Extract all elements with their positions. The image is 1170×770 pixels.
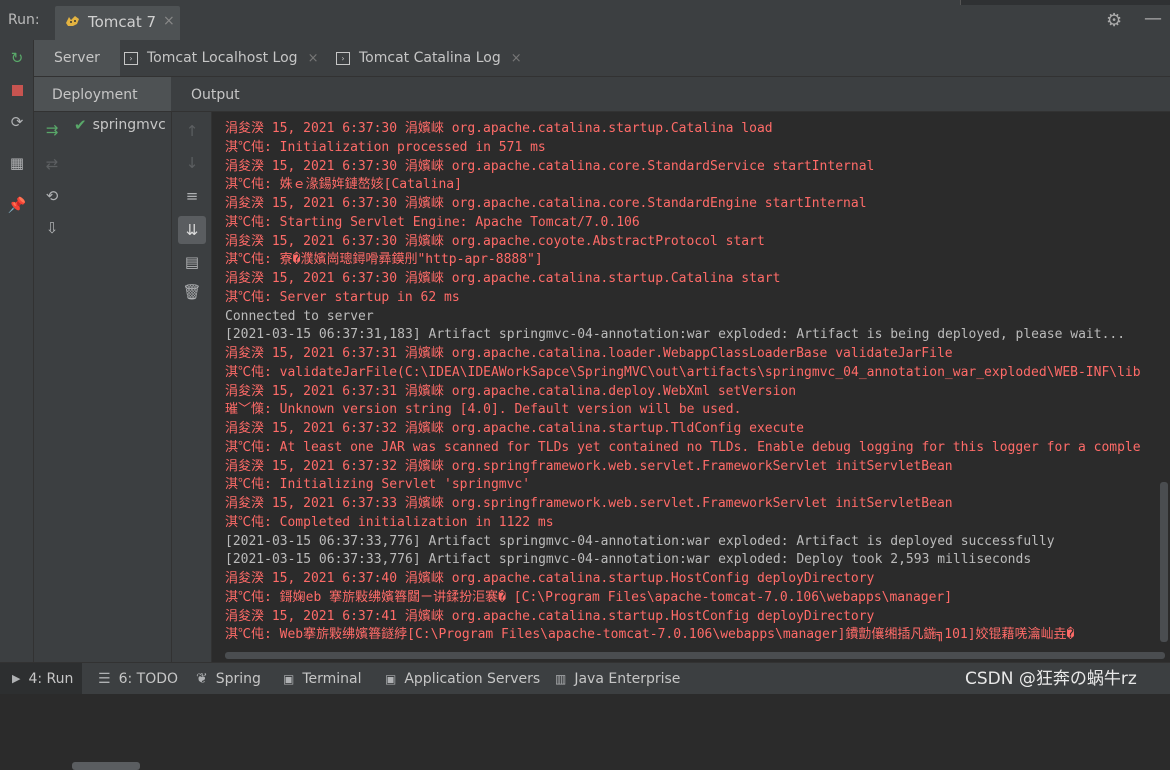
- deploy-icon[interactable]: ⇉: [42, 120, 62, 140]
- console-line: 淇℃伅: Starting Servlet Engine: Apache Tom…: [225, 214, 640, 230]
- console-line: 涓夋湀 15, 2021 6:37:30 涓嬪崍 org.apache.coyo…: [225, 233, 765, 249]
- console-line: 涓夋湀 15, 2021 6:37:32 涓嬪崍 org.springframe…: [225, 458, 953, 474]
- trash-icon[interactable]: 🗑: [182, 282, 202, 302]
- console-line: [2021-03-15 06:37:33,776] Artifact sprin…: [225, 533, 1055, 549]
- deployment-item-label: springmvc: [92, 117, 166, 133]
- soft-wrap-icon[interactable]: ≡: [182, 186, 202, 206]
- tomcat-icon: [66, 16, 79, 26]
- console-line: 涓夋湀 15, 2021 6:37:33 涓嬪崍 org.springframe…: [225, 496, 953, 511]
- undeploy-icon[interactable]: ⇄: [42, 154, 62, 174]
- scroll-to-end-icon[interactable]: ⇊: [178, 216, 206, 244]
- output-header[interactable]: Output: [171, 77, 1170, 112]
- tab-java-enterprise-label: Java Enterprise: [574, 670, 681, 687]
- deployment-item[interactable]: ✔ springmvc: [74, 116, 166, 134]
- console-line: 涓夋湀 15, 2021 6:37:40 涓嬪崍 org.apache.cata…: [225, 571, 875, 586]
- rerun-icon[interactable]: ↻: [7, 48, 27, 68]
- console-line: 淇℃伅: Initializing Servlet 'springmvc': [225, 477, 531, 493]
- console-line: 淇℃伅: validateJarFile(C:\IDEA\IDEAWorkSap…: [225, 364, 1141, 380]
- check-icon: ✔: [74, 116, 87, 134]
- todo-icon: ☰: [98, 670, 111, 687]
- close-icon[interactable]: ×: [511, 51, 522, 66]
- run-config-title: Tomcat 7: [88, 13, 157, 31]
- console-line: 涓夋湀 15, 2021 6:37:41 涓嬪崍 org.apache.cata…: [225, 608, 875, 624]
- console-line: 淇℃伅: Server startup in 62 ms: [225, 289, 460, 305]
- tab-run-label: 4: Run: [28, 670, 74, 687]
- console-output[interactable]: 涓夋湀 15, 2021 6:37:30 涓嬪崍 org.apache.cata…: [212, 112, 1170, 662]
- tab-todo[interactable]: ☰ 6: TODO: [98, 663, 178, 694]
- tab-server-label: Server: [54, 50, 100, 66]
- console-line: Connected to server: [225, 308, 374, 324]
- servers-icon: ▣: [385, 671, 397, 686]
- console-toolbar: ↑ ↓ ≡ ⇊ ▤ 🗑: [172, 112, 212, 662]
- refresh-icon[interactable]: ⟲: [42, 186, 62, 206]
- console-line: 涓夋湀 15, 2021 6:37:30 涓嬪崍 org.apache.cata…: [225, 271, 781, 286]
- console-line: 淇℃伅: 寮�濮嬪崗璁鐞嗗彞鏌刐"http-apr-8888"]: [225, 252, 543, 268]
- tab-localhost-log[interactable]: › Tomcat Localhost Log ×: [124, 40, 318, 76]
- terminal-icon: ▣: [283, 671, 295, 686]
- console-line: 璀﹀憡: Unknown version string [4.0]. Defau…: [225, 402, 742, 418]
- tab-spring[interactable]: ❦ Spring: [196, 663, 261, 694]
- console-icon: ›: [336, 51, 350, 65]
- console-icon: ›: [124, 51, 138, 65]
- console-line: 涓夋湀 15, 2021 6:37:31 涓嬪崍 org.apache.cata…: [225, 346, 953, 361]
- arrow-down-icon[interactable]: ↓: [182, 153, 202, 173]
- layout-icon[interactable]: ▦: [7, 153, 27, 173]
- tab-terminal-label: Terminal: [302, 670, 362, 687]
- console-line: [2021-03-15 06:37:31,183] Artifact sprin…: [225, 327, 1126, 343]
- run-toolbar: ↻ ⟳ ▦ 📌: [0, 40, 34, 662]
- tab-catalina-log-label: Tomcat Catalina Log: [359, 50, 501, 66]
- console-line: 涓夋湀 15, 2021 6:37:31 涓嬪崍 org.apache.cata…: [225, 383, 797, 399]
- arrow-up-icon[interactable]: ↑: [182, 121, 202, 141]
- tab-terminal[interactable]: ▣ Terminal: [283, 663, 362, 694]
- server-tabs-bar: Server › Tomcat Localhost Log × › Tomcat…: [34, 40, 1170, 77]
- console-line: 涓夋湀 15, 2021 6:37:32 涓嬪崍 org.apache.cata…: [225, 421, 804, 436]
- deploy-all-icon[interactable]: ⇩: [42, 218, 62, 238]
- deployment-panel: ⇉ ⇄ ⟲ ⇩ ✔ springmvc: [34, 112, 172, 770]
- java-ee-icon: ▥: [555, 671, 567, 686]
- deployment-header[interactable]: Deployment: [34, 77, 171, 112]
- deployment-scrollbar[interactable]: [72, 762, 140, 770]
- console-line: 淇℃伅: Web搴旂敤绋嬪簭鐩綍[C:\Program Files\apache…: [225, 627, 1075, 643]
- tab-java-enterprise[interactable]: ▥ Java Enterprise: [555, 663, 680, 694]
- console-line: [2021-03-15 06:37:33,776] Artifact sprin…: [225, 552, 1032, 568]
- editor-tab-strip: [960, 0, 1170, 5]
- close-icon[interactable]: ×: [308, 51, 319, 66]
- vertical-scrollbar[interactable]: [1160, 482, 1168, 642]
- tab-localhost-log-label: Tomcat Localhost Log: [147, 50, 298, 66]
- console-line: 淇℃伅: 姝ｅ湪鍚姩鏈嶅姟[Catalina]: [225, 177, 462, 193]
- tab-todo-label: 6: TODO: [118, 670, 179, 687]
- stop-icon[interactable]: [7, 80, 27, 100]
- tab-server[interactable]: Server: [34, 40, 120, 76]
- minimize-icon[interactable]: —: [1144, 8, 1162, 29]
- tab-application-servers-label: Application Servers: [404, 670, 541, 687]
- gear-icon[interactable]: ⚙: [1106, 10, 1122, 31]
- pin-icon[interactable]: 📌: [7, 195, 27, 215]
- console-line: 淇℃伅: At least one JAR was scanned for TL…: [225, 439, 1141, 455]
- update-icon[interactable]: ⟳: [7, 112, 27, 132]
- horizontal-scrollbar[interactable]: [225, 652, 1165, 659]
- spring-icon: ❦: [196, 670, 208, 687]
- run-config-tab[interactable]: Tomcat 7 ×: [55, 6, 180, 40]
- console-line: 涓夋湀 15, 2021 6:37:30 涓嬪崍 org.apache.cata…: [225, 158, 875, 174]
- tab-application-servers[interactable]: ▣ Application Servers: [385, 663, 540, 694]
- print-icon[interactable]: ▤: [182, 252, 202, 272]
- console-line: 淇℃伅: Completed initialization in 1122 ms: [225, 514, 554, 530]
- tab-spring-label: Spring: [215, 670, 261, 687]
- run-icon: ▶: [12, 672, 21, 685]
- console-line: 涓夋湀 15, 2021 6:37:30 涓嬪崍 org.apache.cata…: [225, 121, 773, 136]
- tab-run[interactable]: ▶ 4: Run: [0, 663, 82, 694]
- output-title: Output: [191, 87, 240, 103]
- run-toolwindow-header: Run: Tomcat 7 × ⚙ —: [0, 0, 1170, 40]
- tab-catalina-log[interactable]: › Tomcat Catalina Log ×: [336, 40, 522, 76]
- console-line: 淇℃伅: Initialization processed in 571 ms: [225, 139, 546, 155]
- run-label: Run:: [8, 12, 40, 28]
- deployment-title: Deployment: [52, 87, 138, 103]
- close-icon[interactable]: ×: [163, 13, 175, 29]
- console-line: 淇℃伅: 鎶婅eb 搴旂敤绋嬪簭閮ㄧ讲鍒扮洰褰� [C:\Program Fil…: [225, 589, 953, 605]
- console-line: 涓夋湀 15, 2021 6:37:30 涓嬪崍 org.apache.cata…: [225, 196, 867, 211]
- watermark: CSDN @狂奔の蜗牛rz: [965, 669, 1137, 689]
